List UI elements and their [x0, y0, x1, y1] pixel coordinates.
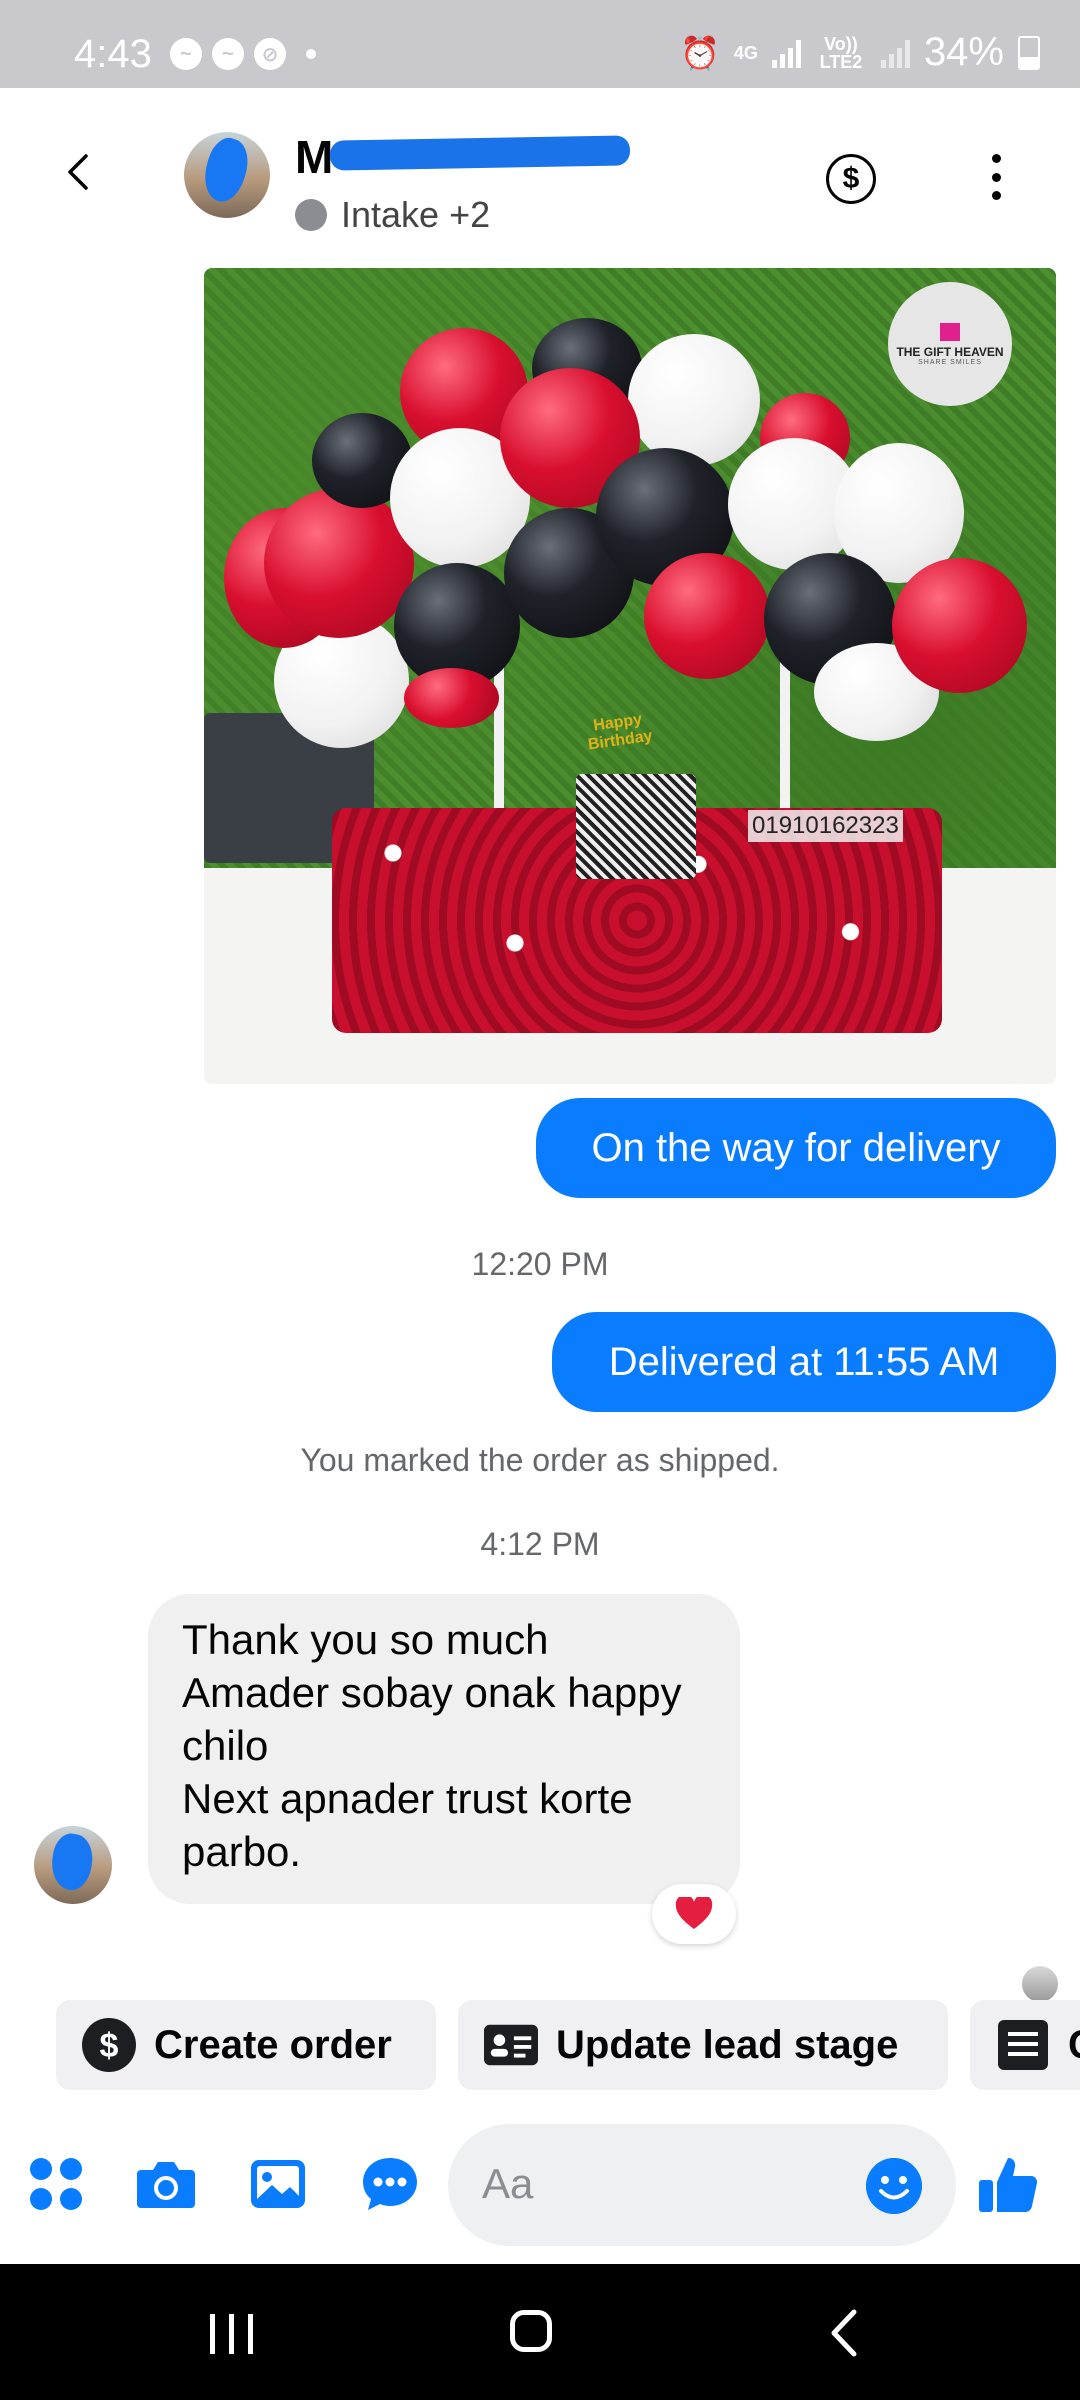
- outgoing-message[interactable]: On the way for delivery: [536, 1098, 1056, 1198]
- heart-icon: [675, 1897, 713, 1929]
- home-icon[interactable]: [510, 2310, 552, 2352]
- message-input-placeholder: Aa: [482, 2160, 534, 2207]
- more-notifications-dot: [306, 49, 316, 59]
- update-lead-stage-label: Update lead stage: [556, 2022, 899, 2067]
- contact-avatar[interactable]: [184, 132, 270, 218]
- gallery-icon[interactable]: [246, 2152, 310, 2216]
- system-nav-bar: [0, 2264, 1080, 2400]
- recent-apps-icon[interactable]: [210, 2314, 253, 2354]
- dollar-icon[interactable]: $: [826, 154, 876, 204]
- third-action-label: C: [1068, 2023, 1080, 2068]
- list-icon: [996, 2018, 1050, 2072]
- back-arrow-icon[interactable]: [60, 152, 100, 192]
- notification-icons: ~ ~ ⊘: [170, 38, 316, 70]
- gift-icon: [940, 322, 960, 341]
- system-message: You marked the order as shipped.: [300, 1442, 780, 1478]
- status-dot: [295, 199, 327, 231]
- status-time: 4:43: [74, 32, 152, 76]
- logo-title: THE GIFT HEAVEN: [896, 344, 1004, 359]
- svg-text:$: $: [100, 2027, 119, 2065]
- volte-label: Vo)) LTE2: [819, 33, 863, 72]
- battery-percent: 34%: [923, 30, 1004, 74]
- conversation-header: M Intake +2 $: [0, 88, 1080, 260]
- messenger-notification-icon-2: ~: [212, 38, 244, 70]
- signal-icon: [771, 38, 801, 68]
- message-line: Amader sobay onak happy: [182, 1669, 682, 1716]
- timestamp: 12:20 PM: [471, 1246, 609, 1282]
- create-order-button[interactable]: $ Create order: [56, 2000, 436, 2090]
- network-type: 4G: [733, 42, 758, 63]
- update-lead-stage-button[interactable]: Update lead stage: [458, 2000, 948, 2090]
- message-line: chilo: [182, 1722, 269, 1769]
- phone-overlay: 01910162323: [748, 810, 903, 842]
- system-status: ⏰ 4G Vo)) LTE2 34%: [680, 30, 1040, 75]
- chat-bubble-icon[interactable]: [358, 2152, 422, 2216]
- status-bar: 4:43 ~ ~ ⊘ ⏰ 4G Vo)) LTE2 34%: [0, 0, 1080, 88]
- balloon: [644, 553, 770, 679]
- alarm-icon: ⏰: [680, 34, 720, 71]
- heart-reaction[interactable]: [652, 1884, 736, 1944]
- like-icon[interactable]: [976, 2152, 1040, 2216]
- message-line: parbo.: [182, 1828, 302, 1875]
- outgoing-message-2[interactable]: Delivered at 11:55 AM: [552, 1312, 1056, 1412]
- timestamp-2: 4:12 PM: [480, 1526, 600, 1562]
- image-message[interactable]: Happy Birthday THE GIFT HEAVEN SHARE SMI…: [204, 268, 1056, 1084]
- balloon: [628, 334, 760, 466]
- contact-name[interactable]: M: [295, 130, 333, 184]
- messenger-notification-icon: ~: [170, 38, 202, 70]
- message-line: Next apnader trust korte: [182, 1775, 633, 1822]
- read-receipt-avatar: [1022, 1966, 1058, 2002]
- message-line: Thank you so much: [182, 1616, 549, 1663]
- camera-icon[interactable]: [134, 2152, 198, 2216]
- battery-icon: [1018, 35, 1040, 70]
- name-redaction: [329, 135, 631, 171]
- cake: [576, 774, 696, 879]
- apps-icon[interactable]: [24, 2152, 88, 2216]
- nav-back-icon[interactable]: [822, 2308, 868, 2358]
- shop-logo: THE GIFT HEAVEN SHARE SMILES: [888, 282, 1012, 406]
- sender-avatar[interactable]: [34, 1826, 112, 1904]
- create-order-label: Create order: [154, 2022, 392, 2067]
- dollar-circle-icon: $: [82, 2018, 136, 2072]
- disturb-icon: ⊘: [254, 38, 286, 70]
- emoji-icon[interactable]: [866, 2158, 922, 2214]
- more-vertical-icon[interactable]: [988, 154, 1004, 200]
- incoming-message[interactable]: Thank you so much Amader sobay onak happ…: [148, 1594, 740, 1904]
- contact-subtitle[interactable]: Intake +2: [295, 194, 490, 236]
- signal-icon-2: [880, 38, 910, 68]
- third-action-button[interactable]: C: [970, 2000, 1080, 2090]
- balloon: [404, 668, 499, 728]
- contact-card-icon: [484, 2018, 538, 2072]
- balloon: [892, 558, 1027, 693]
- contact-subtitle-text: Intake +2: [341, 194, 491, 235]
- logo-tagline: SHARE SMILES: [918, 358, 982, 366]
